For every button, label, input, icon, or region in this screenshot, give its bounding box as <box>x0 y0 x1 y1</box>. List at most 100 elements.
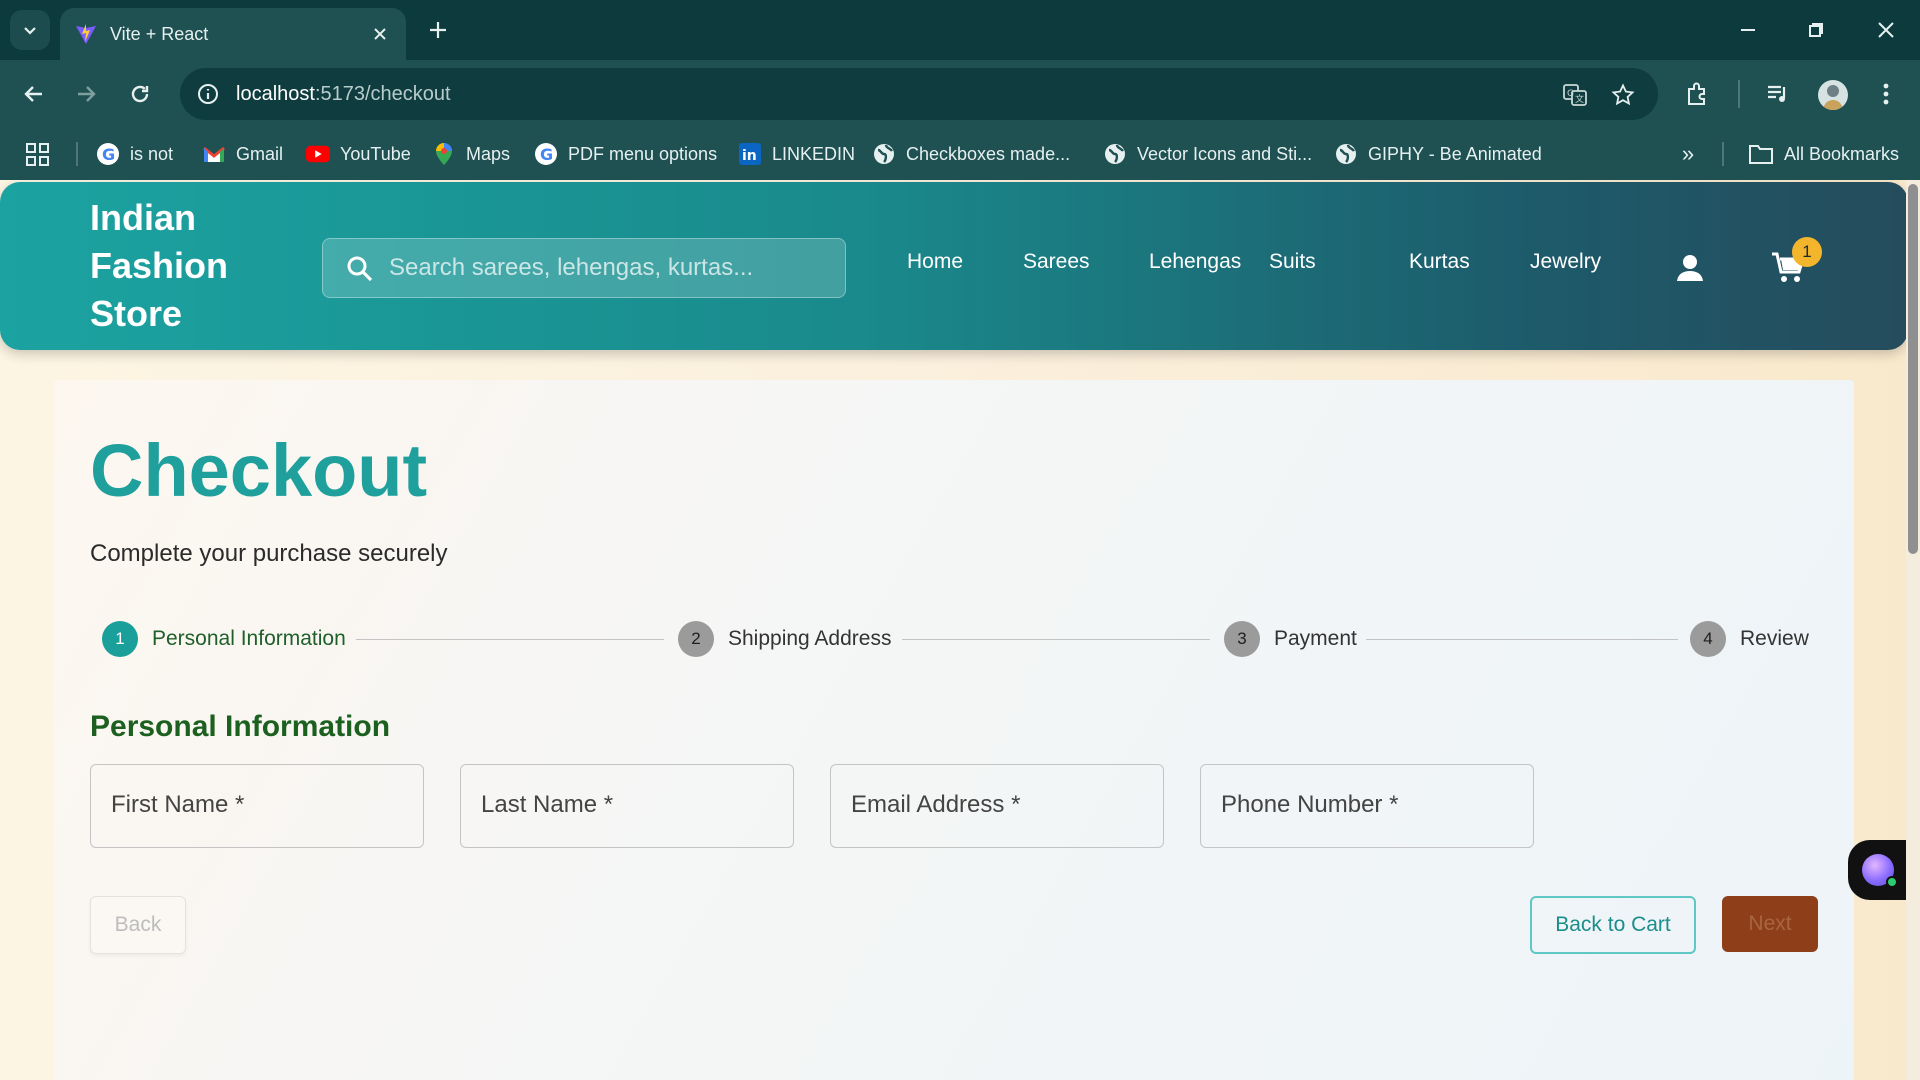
new-tab-button[interactable] <box>420 12 456 48</box>
arrow-right-icon <box>78 86 96 102</box>
bookmark-item[interactable]: in LINKEDIN <box>738 140 855 168</box>
nav-link-sarees[interactable]: Sarees <box>1023 250 1090 274</box>
search-box <box>322 238 846 298</box>
bookmark-item[interactable]: G PDF menu options <box>534 140 717 168</box>
extensions-icon[interactable] <box>1680 76 1716 112</box>
google-icon: G <box>534 142 558 166</box>
browser-tab-bar: Vite + React <box>0 0 1920 60</box>
step-number: 3 <box>1224 621 1260 657</box>
plus-icon <box>430 22 446 38</box>
step-number: 4 <box>1690 621 1726 657</box>
section-title: Personal Information <box>90 710 391 743</box>
reload-icon <box>131 85 149 103</box>
bookmark-item[interactable]: Gmail <box>202 140 283 168</box>
step-number: 1 <box>102 621 138 657</box>
step-label: Review <box>1740 627 1809 650</box>
media-controls-icon[interactable] <box>1760 76 1796 112</box>
step-connector <box>1366 639 1678 640</box>
scrollbar-thumb[interactable] <box>1908 184 1918 554</box>
apps-grid-icon[interactable] <box>24 141 52 169</box>
store-logo[interactable]: Indian Fashion Store <box>90 194 290 338</box>
toolbar-divider <box>1738 80 1740 108</box>
translate-icon[interactable]: G文 <box>1560 80 1590 110</box>
search-input[interactable] <box>389 239 829 297</box>
email-field[interactable]: Email Address * <box>830 764 1164 848</box>
nav-link-suits[interactable]: Suits <box>1269 250 1316 274</box>
svg-text:G: G <box>1567 89 1574 99</box>
nav-link-kurtas[interactable]: Kurtas <box>1409 250 1470 274</box>
back-to-cart-button[interactable]: Back to Cart <box>1530 896 1696 954</box>
minimize-icon <box>1741 29 1755 31</box>
bookmark-item[interactable]: YouTube <box>306 140 411 168</box>
first-name-field[interactable]: First Name * <box>90 764 424 848</box>
more-bookmarks-icon[interactable]: » <box>1674 140 1702 168</box>
bookmark-label: is not <box>130 143 174 164</box>
gmail-icon <box>202 142 226 166</box>
bookmark-label: Maps <box>466 143 511 164</box>
globe-icon <box>1103 142 1127 166</box>
url-host: localhost <box>236 83 315 105</box>
page-scrollbar[interactable] <box>1906 180 1920 1080</box>
bookmarks-bar: G is not Gmail YouTube Maps G PDF menu o… <box>0 128 1920 180</box>
bookmark-label: PDF menu options <box>568 143 718 164</box>
page-title: Checkout <box>90 429 428 512</box>
assistant-widget[interactable] <box>1848 840 1910 900</box>
restore-button[interactable] <box>1792 10 1840 50</box>
bookmark-star-icon[interactable] <box>1608 80 1638 110</box>
svg-text:G: G <box>540 145 553 164</box>
nav-link-home[interactable]: Home <box>907 250 963 274</box>
last-name-field[interactable]: Last Name * <box>460 764 794 848</box>
site-header: Indian Fashion Store Home Sarees Lehenga… <box>0 182 1908 350</box>
step-label: Payment <box>1274 627 1357 650</box>
chevron-down-icon <box>24 27 36 35</box>
nav-link-jewelry[interactable]: Jewelry <box>1530 250 1601 274</box>
minimize-button[interactable] <box>1724 10 1772 50</box>
bookmark-item[interactable]: Checkboxes made... <box>872 140 1070 168</box>
globe-icon <box>1334 142 1358 166</box>
site-info-icon[interactable] <box>194 80 222 108</box>
bookmark-label: Checkboxes made... <box>906 143 1071 164</box>
user-account-icon[interactable] <box>1674 252 1706 284</box>
bookmark-item[interactable]: G is not <box>96 140 173 168</box>
bookmarks-divider <box>76 142 78 166</box>
phone-number-field[interactable]: Phone Number * <box>1200 764 1534 848</box>
all-bookmarks-button[interactable]: All Bookmarks <box>1748 140 1899 168</box>
close-icon <box>1878 22 1894 38</box>
forward-nav-button[interactable] <box>66 74 106 114</box>
phone-number-label: Phone Number * <box>1221 791 1399 818</box>
close-window-button[interactable] <box>1862 10 1910 50</box>
bookmark-label: LINKEDIN <box>772 143 856 164</box>
bookmark-label: YouTube <box>340 143 411 164</box>
back-button[interactable]: Back <box>90 896 186 954</box>
email-label: Email Address * <box>851 791 1021 818</box>
url-path: :5173/checkout <box>314 83 451 105</box>
reload-button[interactable] <box>120 74 160 114</box>
bookmark-item[interactable]: Maps <box>432 140 510 168</box>
cart-count-badge: 1 <box>1792 237 1822 267</box>
search-icon <box>347 256 373 282</box>
bookmark-label: Vector Icons and Sti... <box>1137 143 1313 164</box>
profile-avatar-icon <box>1823 85 1843 110</box>
bookmark-item[interactable]: GIPHY - Be Animated <box>1334 140 1542 168</box>
url-text: localhost:5173/checkout <box>236 83 451 106</box>
step-connector <box>902 639 1210 640</box>
next-button[interactable]: Next <box>1722 896 1818 952</box>
back-nav-button[interactable] <box>14 74 54 114</box>
checkout-card: Checkout Complete your purchase securely… <box>54 380 1854 1080</box>
browser-tab[interactable]: Vite + React <box>60 8 406 60</box>
svg-text:G: G <box>102 145 115 164</box>
last-name-label: Last Name * <box>481 791 614 818</box>
nav-link-lehengas[interactable]: Lehengas <box>1149 250 1241 274</box>
folder-icon <box>1749 145 1773 164</box>
profile-avatar[interactable] <box>1818 80 1848 110</box>
tab-search-button[interactable] <box>10 10 50 50</box>
browser-menu-icon[interactable] <box>1868 76 1904 112</box>
vite-logo-icon <box>76 24 96 44</box>
step-label: Personal Information <box>152 627 346 650</box>
bookmark-item[interactable]: Vector Icons and Sti... <box>1103 140 1312 168</box>
address-bar[interactable]: localhost:5173/checkout G文 <box>180 68 1658 120</box>
close-tab-icon[interactable] <box>368 22 392 46</box>
first-name-label: First Name * <box>111 791 245 818</box>
step-personal-information: 1 Personal Information <box>102 621 346 657</box>
step-shipping-address: 2 Shipping Address <box>678 621 891 657</box>
